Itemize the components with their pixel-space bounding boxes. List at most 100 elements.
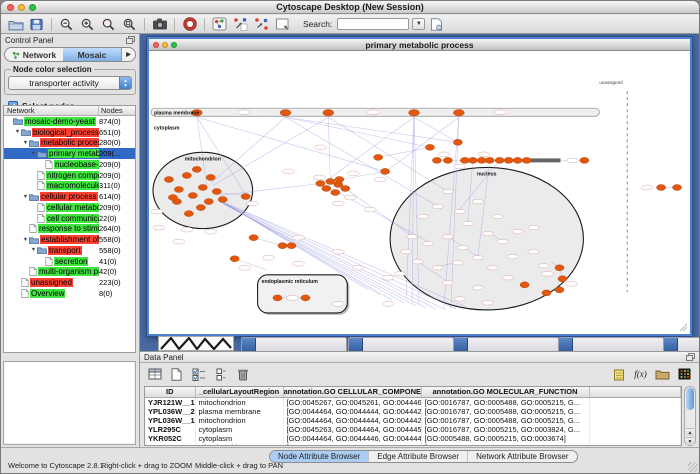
- zoom-out-button[interactable]: [57, 16, 76, 32]
- open-session-button[interactable]: [6, 16, 25, 32]
- more-tabs-button[interactable]: ▶: [121, 48, 135, 61]
- toolbar-separator: [51, 18, 52, 31]
- disclosure-triangle-icon[interactable]: ▼: [22, 237, 29, 243]
- create-attribute-button[interactable]: [168, 366, 185, 382]
- scroll-down-button[interactable]: ▼: [686, 437, 694, 445]
- search-dropdown-button[interactable]: ▼: [412, 18, 425, 30]
- minimized-window[interactable]: [241, 337, 347, 351]
- camera-icon: [152, 18, 168, 30]
- disclosure-triangle-icon[interactable]: ▼: [14, 129, 21, 135]
- annotation-button[interactable]: [273, 16, 292, 32]
- attribute-batch-edit-button[interactable]: [190, 366, 207, 382]
- column-header[interactable]: annotation.GO CELLULAR_COMPONENT: [283, 387, 421, 397]
- attribute-list-button[interactable]: [212, 366, 229, 382]
- column-nodes[interactable]: Nodes: [99, 106, 135, 115]
- table-row[interactable]: YJR121W__1mitochondrion[GO:0045267, GO:0…: [145, 397, 681, 407]
- scrollbar-thumb[interactable]: [686, 388, 694, 410]
- tree-row[interactable]: mosaic-demo-yeast874(0): [4, 116, 135, 127]
- disclosure-triangle-icon[interactable]: ▼: [30, 247, 37, 253]
- network-canvas[interactable]: plasma membranecytoplasmmitochondrionnuc…: [149, 51, 690, 334]
- tab-mosaic[interactable]: Mosaic: [63, 48, 121, 61]
- attribute-table-header: ID_cellularLayoutRegionannotation.GO CEL…: [145, 387, 681, 397]
- folder-icon: [29, 139, 39, 147]
- tree-row[interactable]: ▼metabolic process280(0): [4, 138, 135, 149]
- help-button[interactable]: [180, 16, 199, 32]
- notes-button[interactable]: [610, 366, 627, 382]
- zoom-selected-icon: [102, 18, 115, 31]
- select-attributes-button[interactable]: [146, 366, 163, 382]
- tree-row[interactable]: cell communicat22(0): [4, 213, 135, 224]
- zoom-fit-button[interactable]: [120, 16, 139, 32]
- tree-row[interactable]: ▼biological_process651(0): [4, 127, 135, 138]
- tree-row[interactable]: nucleobase-209(0): [4, 159, 135, 170]
- formula-button[interactable]: f(x): [632, 366, 649, 382]
- folder-icon: [37, 246, 47, 254]
- overview-window-fragment[interactable]: [158, 336, 234, 351]
- attribute-table-rows: YJR121W__1mitochondrion[GO:0045267, GO:0…: [145, 397, 681, 446]
- float-panel-icon[interactable]: [126, 36, 135, 44]
- zoom-selected-button[interactable]: [99, 16, 118, 32]
- column-header[interactable]: _cellularLayoutRegion: [195, 387, 283, 397]
- minimized-window[interactable]: [663, 337, 699, 351]
- svg-text:unassigned: unassigned: [599, 80, 623, 85]
- minimized-window[interactable]: [558, 337, 664, 351]
- import-attributes-button[interactable]: [654, 366, 671, 382]
- layout-button-2[interactable]: [252, 16, 271, 32]
- float-panel-icon[interactable]: [686, 353, 695, 361]
- tree-row[interactable]: ▼primary metabo209(...: [4, 148, 135, 159]
- save-session-button[interactable]: [27, 16, 46, 32]
- file-icon: [21, 289, 29, 298]
- tree-row[interactable]: nitrogen compo209(0): [4, 170, 135, 181]
- table-scrollbar[interactable]: ▲ ▼: [684, 386, 696, 446]
- table-row[interactable]: YKR052Ccytoplasm[GO:0044464, GO:0044446,…: [145, 434, 681, 443]
- tree-row[interactable]: unassigned223(0): [4, 277, 135, 288]
- tab-edge-attribute-browser[interactable]: Edge Attribute Browser: [368, 451, 467, 462]
- snapshot-button[interactable]: [150, 16, 169, 32]
- scroll-up-button[interactable]: ▲: [686, 428, 694, 436]
- column-header[interactable]: ID: [145, 387, 195, 397]
- minimized-window[interactable]: [453, 337, 559, 351]
- resize-grip[interactable]: [688, 462, 698, 472]
- tree-row-count: 614(0): [99, 192, 135, 201]
- tree-row[interactable]: secretion41(0): [4, 256, 135, 267]
- tree-row-label: primary metabo: [48, 149, 99, 158]
- tree-row[interactable]: ▼establishment of lo558(0): [4, 234, 135, 245]
- tree-row[interactable]: response to stimulu264(0): [4, 224, 135, 235]
- network-overview-button[interactable]: [210, 16, 229, 32]
- column-network[interactable]: Network: [4, 106, 99, 115]
- disclosure-triangle-icon[interactable]: ▼: [22, 140, 29, 146]
- network-window-titlebar[interactable]: primary metabolic process: [149, 39, 690, 51]
- disclosure-triangle-icon[interactable]: ▼: [30, 151, 37, 157]
- tab-network-attribute-browser[interactable]: Network Attribute Browser: [467, 451, 576, 462]
- table-row[interactable]: YPL036W__1mitochondrion[GO:0044464, GO:0…: [145, 416, 681, 425]
- svg-text:plasma membrane: plasma membrane: [154, 111, 200, 117]
- tab-mosaic-label: Mosaic: [78, 50, 107, 60]
- heatmap-button[interactable]: [676, 366, 693, 382]
- minimized-window[interactable]: [348, 337, 454, 351]
- zoom-in-button[interactable]: [78, 16, 97, 32]
- network-view-window[interactable]: primary metabolic process plasma membran…: [147, 37, 692, 336]
- delete-attribute-button[interactable]: [234, 366, 251, 382]
- table-row[interactable]: YLR295Ccytoplasm[GO:0045263, GO:0044464,…: [145, 425, 681, 434]
- status-pan-hint: Middle-click + drag to PAN: [195, 461, 283, 470]
- folder-icon: [29, 193, 39, 201]
- tree-row[interactable]: Overview8(0): [4, 288, 135, 299]
- disclosure-triangle-icon[interactable]: ▼: [22, 194, 29, 200]
- tree-row[interactable]: multi-organism pro42(0): [4, 267, 135, 278]
- tree-row[interactable]: cellular metabo209(0): [4, 202, 135, 213]
- table-row[interactable]: YPL036W__2plasma membrane[GO:0044464, GO…: [145, 407, 681, 416]
- tree-row[interactable]: ▼transport558(0): [4, 245, 135, 256]
- checklist-icon: [192, 368, 206, 381]
- tree-row[interactable]: macromolecule311(0): [4, 181, 135, 192]
- tree-row-label: nitrogen compo: [46, 171, 99, 180]
- tree-row[interactable]: ▼cellular process614(0): [4, 191, 135, 202]
- tab-node-attribute-browser[interactable]: Node Attribute Browser: [270, 451, 368, 462]
- tab-network[interactable]: Network: [5, 48, 63, 61]
- node-color-dropdown[interactable]: transporter activity ▲▼: [8, 76, 132, 90]
- attribute-file-button[interactable]: [427, 16, 446, 32]
- layout-button-1[interactable]: [231, 16, 250, 32]
- search-input[interactable]: [337, 18, 409, 30]
- column-header[interactable]: annotation.GO MOLECULAR_FUNCTION: [421, 387, 589, 397]
- window-titlebar: Cytoscape Desktop (New Session): [1, 1, 699, 14]
- table-row[interactable]: YDR039C__1mitochondrion[GO:0044464, GO:0…: [145, 443, 681, 447]
